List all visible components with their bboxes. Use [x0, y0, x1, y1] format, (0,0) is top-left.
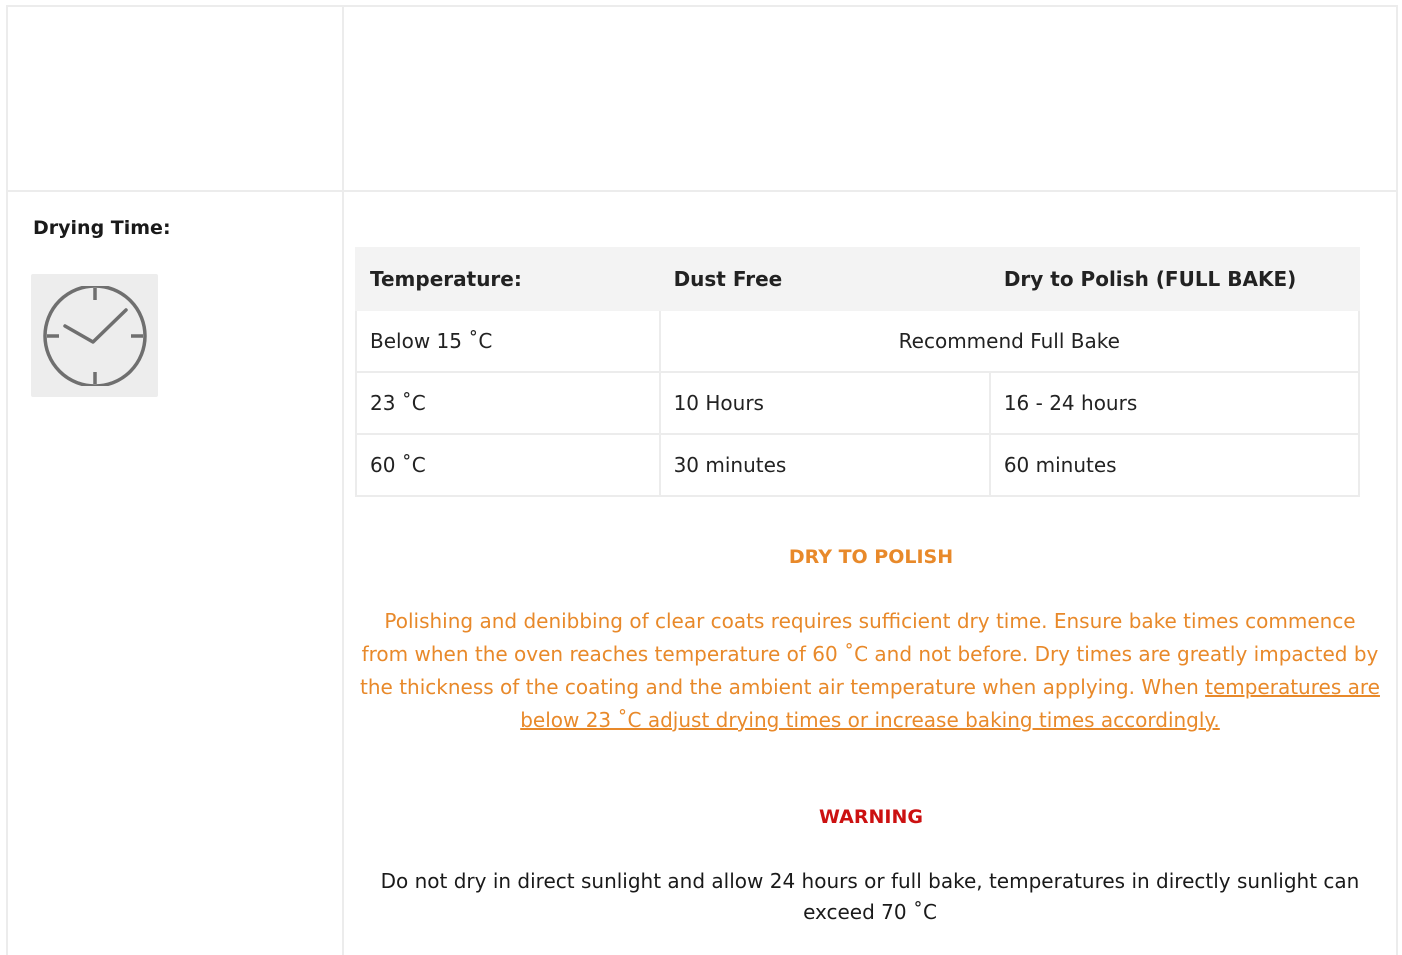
warning-body: Do not dry in direct sunlight and allow … — [380, 869, 1360, 924]
clock-icon-container — [31, 274, 158, 397]
header-dust-free: Dust Free — [658, 247, 991, 311]
warning-title: WARNING — [819, 806, 923, 828]
table-row: 60 ˚C 30 minutes 60 minutes — [355, 433, 1361, 497]
table-header-row: Temperature: Dust Free Dry to Polish (FU… — [355, 247, 1361, 311]
clock-icon — [42, 285, 147, 386]
cell-temperature: 23 ˚C — [355, 371, 661, 435]
cell-recommendation: Recommend Full Bake — [658, 309, 1361, 373]
cell-temperature: 60 ˚C — [355, 433, 661, 497]
table-row: Below 15 ˚C Recommend Full Bake — [355, 309, 1361, 373]
dry-to-polish-body: Polishing and denibbing of clear coats r… — [360, 605, 1380, 737]
dry-to-polish-title: DRY TO POLISH — [788, 546, 954, 568]
table-row: 23 ˚C 10 Hours 16 - 24 hours — [355, 371, 1361, 435]
header-dry-to-polish: Dry to Polish (FULL BAKE) — [988, 247, 1361, 311]
cell-dry-to-polish: 16 - 24 hours — [988, 371, 1361, 435]
cell-dust-free: 10 Hours — [658, 371, 991, 435]
drying-time-table: Temperature: Dust Free Dry to Polish (FU… — [355, 247, 1361, 497]
row-divider — [6, 190, 1398, 192]
cell-dry-to-polish: 60 minutes — [988, 433, 1361, 497]
header-temperature: Temperature: — [355, 247, 661, 311]
cell-dust-free: 30 minutes — [658, 433, 991, 497]
drying-time-label: Drying Time: — [33, 217, 171, 239]
cell-temperature: Below 15 ˚C — [355, 309, 661, 373]
